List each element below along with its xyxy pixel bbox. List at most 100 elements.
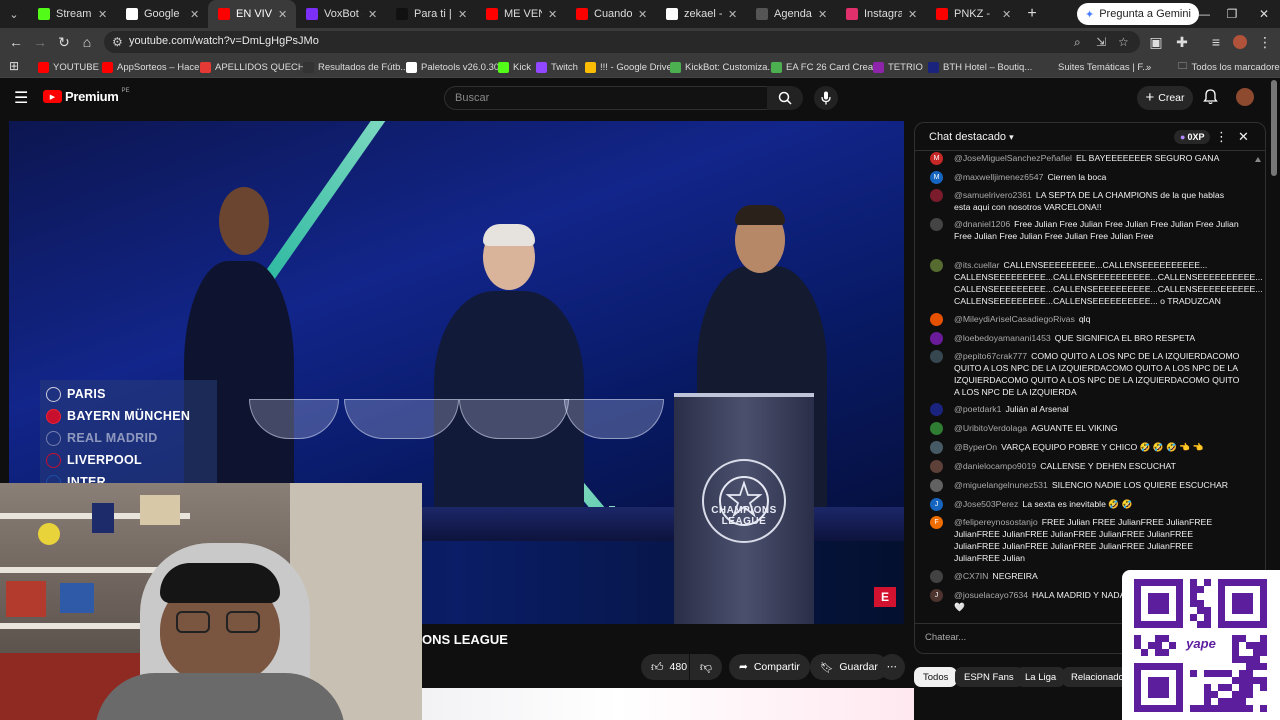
close-window-icon[interactable]: ✕: [1246, 0, 1280, 28]
apps-grid-icon[interactable]: ⊞: [4, 56, 24, 76]
bookmark-item[interactable]: BTH Hotel – Boutiq...: [928, 59, 1032, 75]
bookmark-item[interactable]: Twitch: [536, 59, 578, 75]
media-controls-icon[interactable]: ≡: [1206, 32, 1226, 52]
tab-close-icon[interactable]: ✕: [638, 8, 648, 21]
dislike-button[interactable]: 👎︎: [690, 654, 722, 680]
chat-author[interactable]: @Jose503Perez: [954, 499, 1018, 509]
chat-author[interactable]: @miguelangelnunez531: [954, 480, 1048, 490]
chat-more-icon[interactable]: ⋮: [1215, 129, 1228, 145]
chat-avatar[interactable]: [930, 259, 943, 272]
like-button[interactable]: 👍︎ 480: [641, 654, 689, 680]
chat-mode-dropdown[interactable]: Chat destacado ▾: [929, 131, 1014, 143]
browser-tab[interactable]: ME VEN CO ✕: [476, 0, 566, 28]
home-icon[interactable]: ⌂: [77, 32, 97, 52]
bookmark-item[interactable]: !!! - Google Drive: [585, 59, 672, 75]
tab-search-chevron-icon[interactable]: ⌄: [0, 0, 28, 28]
zoom-icon[interactable]: ⌕: [1074, 35, 1081, 50]
browser-tab[interactable]: Para ti | Dis ✕: [386, 0, 476, 28]
tab-close-icon[interactable]: ✕: [458, 8, 468, 21]
chat-author[interactable]: @loebedoyamanani1453: [954, 333, 1051, 343]
profile-avatar[interactable]: [1230, 32, 1250, 52]
tab-close-icon[interactable]: ✕: [278, 8, 288, 21]
chat-avatar[interactable]: M: [930, 152, 943, 165]
reload-icon[interactable]: ↻: [54, 32, 74, 52]
filter-chip[interactable]: La Liga: [1016, 667, 1066, 687]
bookmark-item[interactable]: APELLIDOS QUECH...: [200, 59, 313, 75]
extension-icon[interactable]: ▣: [1146, 32, 1166, 52]
chat-avatar[interactable]: [930, 479, 943, 492]
xp-badge[interactable]: ● 0XP: [1174, 130, 1211, 144]
chat-author[interactable]: @samuelrivero2361: [954, 190, 1032, 200]
tab-close-icon[interactable]: ✕: [98, 8, 108, 21]
bookmark-item[interactable]: TETRIO: [873, 59, 923, 75]
tab-close-icon[interactable]: ✕: [368, 8, 378, 21]
chat-avatar[interactable]: J: [930, 498, 943, 511]
chat-author[interactable]: @ByperOn: [954, 442, 997, 452]
bookmarks-overflow[interactable]: »: [1146, 59, 1151, 75]
chat-author[interactable]: @pepito67crak777: [954, 351, 1027, 361]
save-button[interactable]: 🔖︎ Guardar: [810, 654, 888, 680]
search-button[interactable]: [767, 86, 803, 110]
chat-author[interactable]: @MileydiAriselCasadiegoRivas: [954, 314, 1075, 324]
browser-tab[interactable]: Google ✕: [116, 0, 208, 28]
new-tab-button[interactable]: +: [1020, 5, 1044, 23]
forward-icon[interactable]: →: [30, 32, 50, 52]
filter-chip[interactable]: Todos: [914, 667, 958, 687]
chat-avatar[interactable]: F: [930, 516, 943, 529]
tab-close-icon[interactable]: ✕: [818, 8, 828, 21]
bookmark-item[interactable]: Kick: [498, 59, 531, 75]
chat-author[interactable]: @dnaniel1206: [954, 219, 1010, 229]
chat-author[interactable]: @josuelacayo7634: [954, 590, 1028, 600]
back-icon[interactable]: ←: [6, 32, 26, 52]
bookmark-item[interactable]: KickBot: Customiza...: [670, 59, 775, 75]
tab-close-icon[interactable]: ✕: [190, 8, 200, 21]
chat-avatar[interactable]: [930, 570, 943, 583]
share-button[interactable]: ➦ Compartir: [729, 654, 810, 680]
chat-avatar[interactable]: J: [930, 589, 943, 602]
chat-author[interactable]: @maxwelljimenez6547: [954, 172, 1043, 182]
chat-avatar[interactable]: [930, 218, 943, 231]
bookmark-item[interactable]: AppSorteos – Hace...: [102, 59, 207, 75]
chat-avatar[interactable]: [930, 441, 943, 454]
user-avatar[interactable]: [1236, 88, 1254, 106]
chat-scrollbar[interactable]: [1255, 157, 1261, 617]
tab-close-icon[interactable]: ✕: [908, 8, 918, 21]
browser-tab[interactable]: Agenda de ✕: [746, 0, 836, 28]
page-scrollbar[interactable]: [1271, 80, 1277, 176]
chat-author[interactable]: @felipereynosostanjo: [954, 517, 1038, 527]
chat-close-icon[interactable]: ✕: [1238, 129, 1249, 145]
bookmark-star-icon[interactable]: ☆: [1118, 35, 1129, 49]
site-info-icon[interactable]: ⚙: [112, 35, 123, 49]
address-bar[interactable]: ⚙ youtube.com/watch?v=DmLgHgPsJMo ⌕ ⇲ ☆: [104, 31, 1140, 53]
bookmark-item[interactable]: EA FC 26 Card Creat...: [771, 59, 884, 75]
tab-close-icon[interactable]: ✕: [548, 8, 558, 21]
chat-author[interactable]: @CX7IN: [954, 571, 988, 581]
browser-menu-icon[interactable]: ⋮: [1255, 32, 1275, 52]
chat-avatar[interactable]: [930, 332, 943, 345]
more-actions-button[interactable]: ⋯: [879, 654, 905, 680]
tab-close-icon[interactable]: ✕: [1002, 8, 1012, 21]
bookmark-item[interactable]: YOUTUBE: [38, 59, 99, 75]
create-button[interactable]: + Crear: [1137, 86, 1193, 110]
chat-avatar[interactable]: M: [930, 171, 943, 184]
chat-avatar[interactable]: [930, 189, 943, 202]
chat-author[interactable]: @JoseMiguelSanchezPeñafiel: [954, 153, 1072, 163]
chat-avatar[interactable]: [930, 403, 943, 416]
voice-search-button[interactable]: [814, 86, 838, 110]
browser-tab[interactable]: PNKZ - ✕: [926, 0, 1020, 28]
hamburger-menu-icon[interactable]: ☰: [14, 88, 28, 108]
chat-avatar[interactable]: [930, 422, 943, 435]
chat-input[interactable]: Chatear...: [925, 632, 1125, 650]
chat-author[interactable]: @poetdark1: [954, 404, 1001, 414]
all-bookmarks-folder[interactable]: 🗀 Todos los marcadores: [1178, 59, 1280, 75]
scroll-up-icon[interactable]: [1255, 157, 1261, 162]
extensions-puzzle-icon[interactable]: ✚: [1172, 32, 1192, 52]
youtube-premium-logo[interactable]: ▶ Premium PE: [43, 88, 130, 104]
chat-avatar[interactable]: [930, 350, 943, 363]
browser-tab[interactable]: Instagram ✕: [836, 0, 926, 28]
browser-tab[interactable]: zekael - Bus ✕: [656, 0, 746, 28]
browser-tab[interactable]: EN VIVO ✕: [208, 0, 296, 28]
gemini-button[interactable]: ✦ Pregunta a Gemini: [1077, 3, 1199, 25]
browser-tab[interactable]: VoxBot – De ✕: [296, 0, 386, 28]
search-input[interactable]: Buscar: [444, 86, 768, 110]
